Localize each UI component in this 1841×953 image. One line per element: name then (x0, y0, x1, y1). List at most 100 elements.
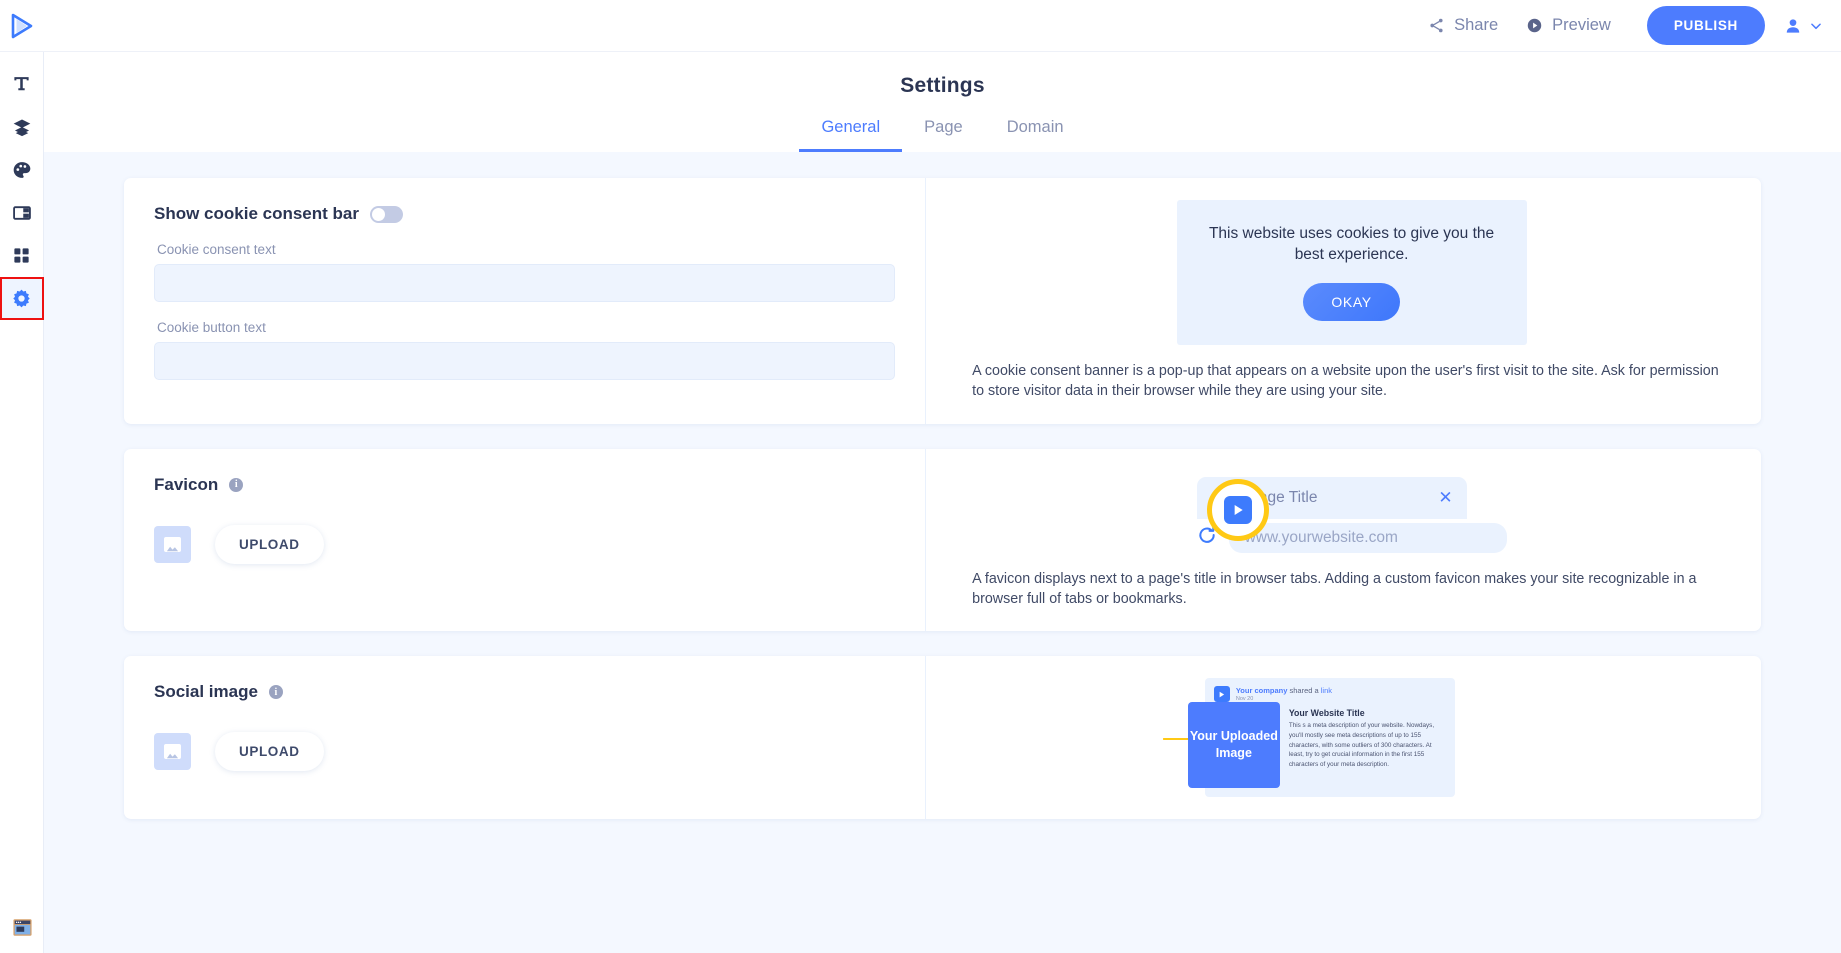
mountain-icon (166, 544, 179, 552)
favicon-logo (1224, 496, 1252, 524)
favicon-card-head: Favicon i (154, 475, 895, 495)
favicon-card-title: Favicon (154, 475, 218, 495)
social-company-text: Your company (1236, 686, 1288, 695)
settings-content: Show cookie consent bar Cookie consent t… (44, 152, 1841, 904)
social-thumbnail[interactable] (154, 733, 191, 770)
topbar-actions: Share Preview PUBLISH (1414, 6, 1841, 45)
settings-tabs: General Page Domain (44, 112, 1841, 152)
publish-button[interactable]: PUBLISH (1647, 6, 1765, 45)
preview-button[interactable]: Preview (1512, 10, 1625, 41)
favicon-description: A favicon displays next to a page's titl… (972, 569, 1731, 610)
sidebar-item-palette[interactable] (0, 148, 44, 191)
app-root: Share Preview PUBLISH (0, 0, 1841, 953)
browser-tab-title: Page Title (1249, 489, 1439, 507)
social-post-mock: Your company shared a link Nov 20 Your U… (1205, 678, 1455, 797)
social-post-title: Your Website Title (1289, 708, 1446, 718)
text-icon (12, 74, 31, 93)
brand-logo[interactable] (0, 13, 44, 39)
cookie-consent-text-label: Cookie consent text (157, 242, 895, 257)
cookie-card-head: Show cookie consent bar (154, 204, 895, 224)
favicon-highlight-circle (1207, 479, 1269, 541)
chevron-down-icon (1809, 19, 1823, 33)
social-card-title: Social image (154, 682, 258, 702)
sidebar-item-settings[interactable] (0, 277, 44, 320)
close-icon[interactable]: ✕ (1438, 488, 1452, 508)
social-uploaded-image: Your Uploaded Image (1188, 702, 1280, 788)
tab-general[interactable]: General (799, 112, 902, 152)
social-post-description: This s a meta description of your websit… (1289, 721, 1446, 770)
main-panel: Settings General Page Domain Show cookie… (44, 52, 1841, 953)
tab-page[interactable]: Page (902, 112, 985, 152)
info-icon[interactable]: i (229, 478, 243, 492)
cookie-button-text-label: Cookie button text (157, 320, 895, 335)
preview-label: Preview (1552, 16, 1611, 35)
top-bar: Share Preview PUBLISH (0, 0, 1841, 52)
palette-icon (12, 160, 32, 180)
social-company-logo (1214, 686, 1230, 702)
favicon-card: Favicon i UPLOAD (124, 449, 1761, 632)
sidebar-item-text[interactable] (0, 62, 44, 105)
cookie-description: A cookie consent banner is a pop-up that… (972, 361, 1731, 402)
social-post-byline: Your company shared a link Nov 20 (1236, 686, 1332, 702)
social-upload-button[interactable]: UPLOAD (215, 732, 324, 771)
social-shared-text: shared a (1287, 686, 1320, 695)
sidebar-item-layers[interactable] (0, 105, 44, 148)
info-icon[interactable]: i (269, 685, 283, 699)
tab-domain[interactable]: Domain (985, 112, 1086, 152)
social-company-name: Your company shared a link (1236, 686, 1332, 695)
left-sidebar (0, 52, 44, 953)
cookie-card-title: Show cookie consent bar (154, 204, 359, 224)
gear-icon (11, 288, 32, 309)
cookie-banner-preview: This website uses cookies to give you th… (1177, 200, 1527, 345)
mountain-icon (166, 751, 179, 759)
sidebar-item-layout[interactable] (0, 191, 44, 234)
browser-icon (12, 918, 33, 937)
share-label: Share (1454, 16, 1498, 35)
favicon-card-left: Favicon i UPLOAD (124, 449, 926, 632)
share-button[interactable]: Share (1414, 10, 1512, 41)
favicon-browser-preview: Page Title ✕ www.yourweb (1197, 471, 1507, 553)
user-icon (1783, 16, 1803, 36)
favicon-thumbnail[interactable] (154, 526, 191, 563)
toggle-knob (372, 208, 385, 221)
cookie-card-right: This website uses cookies to give you th… (926, 178, 1761, 424)
social-link-text: link (1321, 686, 1332, 695)
social-post-body: Your Uploaded Image Your Website Title T… (1214, 706, 1446, 788)
settings-header: Settings General Page Domain (44, 52, 1841, 152)
social-upload-row: UPLOAD (154, 732, 895, 771)
cookie-consent-card: Show cookie consent bar Cookie consent t… (124, 178, 1761, 424)
user-menu[interactable] (1783, 16, 1823, 36)
page-title: Settings (44, 74, 1841, 98)
image-placeholder-icon (164, 537, 181, 552)
social-post-head: Your company shared a link Nov 20 (1214, 686, 1446, 702)
cookie-okay-button[interactable]: OKAY (1303, 283, 1399, 321)
layers-icon (12, 117, 32, 137)
favicon-card-right: Page Title ✕ www.yourweb (926, 449, 1761, 632)
browser-url-bar: www.yourwebsite.com (1229, 523, 1507, 553)
image-placeholder-icon (164, 744, 181, 759)
cookie-preview-text: This website uses cookies to give you th… (1203, 224, 1501, 266)
favicon-upload-row: UPLOAD (154, 525, 895, 564)
social-card-right: ⟶ Y (926, 656, 1761, 819)
sidebar-bottom (0, 906, 44, 949)
content-bottom-spacer (124, 844, 1761, 904)
favicon-upload-button[interactable]: UPLOAD (215, 525, 324, 564)
social-post-meta: Your Website Title This s a meta descrip… (1289, 706, 1446, 788)
social-card-head: Social image i (154, 682, 895, 702)
social-share-preview: ⟶ Y (1162, 678, 1542, 797)
play-logo-icon (1230, 502, 1246, 518)
sidebar-item-grid[interactable] (0, 234, 44, 277)
social-card-left: Social image i UPLOAD (124, 656, 926, 819)
play-circle-icon (1526, 17, 1543, 34)
cookie-consent-toggle[interactable] (370, 206, 403, 223)
cookie-consent-text-input[interactable] (154, 264, 895, 302)
social-image-card: Social image i UPLOAD (124, 656, 1761, 819)
cookie-button-text-input[interactable] (154, 342, 895, 380)
sidebar-item-browser-preview[interactable] (0, 906, 44, 949)
grid-icon (12, 246, 31, 265)
play-logo-icon (1217, 690, 1226, 699)
body-row: Settings General Page Domain Show cookie… (0, 52, 1841, 953)
cookie-card-left: Show cookie consent bar Cookie consent t… (124, 178, 926, 424)
layout-icon (12, 203, 32, 223)
play-logo-icon (10, 13, 34, 39)
